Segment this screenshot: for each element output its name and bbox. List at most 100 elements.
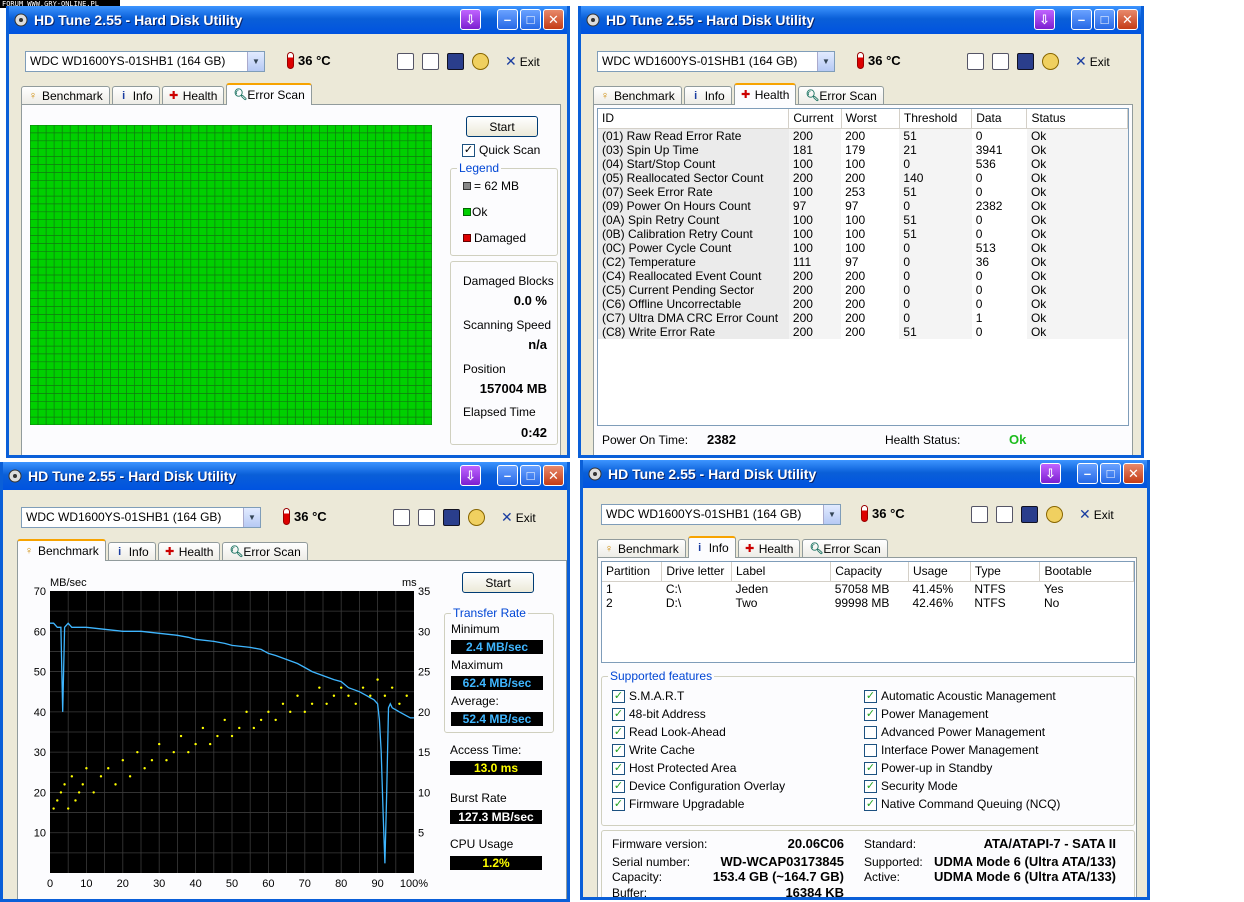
- download-icon[interactable]: ⇩: [1034, 9, 1055, 30]
- partition-row[interactable]: 1 C:\ Jeden 57058 MB 41.45% NTFS Yes: [602, 581, 1134, 596]
- screenshot-icon[interactable]: [468, 509, 485, 526]
- smart-row[interactable]: (05) Reallocated Sector Count 200 200 140 0 O…: [598, 170, 1128, 185]
- smart-row[interactable]: (C6) Offline Uncorrectable 200 200 0 0 Ok: [598, 296, 1128, 311]
- smart-row[interactable]: (C2) Temperature 111 97 0 36 Ok: [598, 254, 1128, 269]
- smart-row[interactable]: (0C) Power Cycle Count 100 100 0 513 Ok: [598, 240, 1128, 255]
- smart-row[interactable]: (07) Seek Error Rate 100 253 51 0 Ok: [598, 184, 1128, 199]
- close-button[interactable]: ✕: [543, 465, 564, 486]
- copy-all-icon[interactable]: [422, 53, 439, 70]
- tab-benchmark[interactable]: ♀ Benchmark: [17, 539, 106, 561]
- minimize-button[interactable]: –: [1077, 463, 1098, 484]
- tab-error-scan[interactable]: 🔍︎ Error Scan: [798, 86, 884, 105]
- maximize-button[interactable]: □: [1100, 463, 1121, 484]
- save-icon[interactable]: [1021, 506, 1038, 523]
- title-bar[interactable]: HD Tune 2.55 - Hard Disk Utility ⇩ – □ ✕: [9, 6, 567, 34]
- tab-info[interactable]: i Info: [107, 542, 156, 561]
- smart-row[interactable]: (C5) Current Pending Sector 200 200 0 0 Ok: [598, 282, 1128, 297]
- tab-benchmark[interactable]: ♀ Benchmark: [597, 539, 686, 558]
- tab-benchmark[interactable]: ♀ Benchmark: [21, 86, 110, 105]
- column-header[interactable]: ID: [598, 109, 790, 129]
- tab-benchmark[interactable]: ♀ Benchmark: [593, 86, 682, 105]
- tab-info-label: Info: [704, 89, 725, 103]
- smart-list[interactable]: ID Current Worst Threshold Data Status (01) Ra…: [597, 108, 1129, 426]
- tab-info[interactable]: i Info: [683, 86, 732, 105]
- tab-health[interactable]: ✚ Health: [161, 86, 225, 105]
- close-button[interactable]: ✕: [1123, 463, 1144, 484]
- column-header[interactable]: Usage: [908, 562, 971, 582]
- download-icon[interactable]: ⇩: [460, 9, 481, 30]
- copy-icon[interactable]: [967, 53, 984, 70]
- copy-all-icon[interactable]: [996, 506, 1013, 523]
- column-header[interactable]: Type: [970, 562, 1041, 582]
- partition-list[interactable]: Partition Drive letter Label Capacity Usage T…: [601, 561, 1135, 663]
- tab-health[interactable]: ✚ Health: [733, 83, 797, 105]
- tab-health[interactable]: ✚ Health: [737, 539, 801, 558]
- quick-scan-checkbox[interactable]: ✓ Quick Scan: [462, 143, 540, 157]
- partition-header-row: Partition Drive letter Label Capacity Usage T…: [602, 562, 1134, 582]
- column-header[interactable]: Worst: [841, 109, 900, 129]
- copy-all-icon[interactable]: [992, 53, 1009, 70]
- tab-error-scan[interactable]: 🔍︎ Error Scan: [226, 83, 312, 105]
- smart-row[interactable]: (04) Start/Stop Count 100 100 0 536 Ok: [598, 156, 1128, 171]
- column-header[interactable]: Data: [971, 109, 1028, 129]
- scan-block-grid: [30, 125, 432, 425]
- copy-icon[interactable]: [397, 53, 414, 70]
- column-header[interactable]: Bootable: [1039, 562, 1134, 582]
- title-bar[interactable]: HD Tune 2.55 - Hard Disk Utility ⇩ – □ ✕: [583, 460, 1147, 488]
- column-header[interactable]: Current: [788, 109, 842, 129]
- tab-info[interactable]: i Info: [111, 86, 160, 105]
- drive-select[interactable]: WDC WD1600YS-01SHB1 (164 GB) ▼: [21, 507, 261, 528]
- copy-icon[interactable]: [971, 506, 988, 523]
- smart-row[interactable]: (09) Power On Hours Count 97 97 0 2382 Ok: [598, 198, 1128, 213]
- save-icon[interactable]: [443, 509, 460, 526]
- drive-select[interactable]: WDC WD1600YS-01SHB1 (164 GB) ▼: [25, 51, 265, 72]
- minimize-button[interactable]: –: [497, 9, 518, 30]
- column-header[interactable]: Drive letter: [661, 562, 732, 582]
- save-icon[interactable]: [1017, 53, 1034, 70]
- minimize-button[interactable]: –: [497, 465, 518, 486]
- column-header[interactable]: Label: [731, 562, 832, 582]
- exit-button[interactable]: ✕ Exit: [501, 509, 536, 526]
- exit-button[interactable]: ✕ Exit: [505, 53, 540, 70]
- partition-row[interactable]: 2 D:\ Two 99998 MB 42.46% NTFS No: [602, 596, 1134, 610]
- download-icon[interactable]: ⇩: [460, 465, 481, 486]
- title-bar[interactable]: HD Tune 2.55 - Hard Disk Utility ⇩ – □ ✕: [3, 462, 567, 490]
- title-bar[interactable]: HD Tune 2.55 - Hard Disk Utility ⇩ – □ ✕: [581, 6, 1141, 34]
- screenshot-icon[interactable]: [1046, 506, 1063, 523]
- column-header[interactable]: Threshold: [899, 109, 973, 129]
- exit-button[interactable]: ✕ Exit: [1079, 506, 1114, 523]
- column-header[interactable]: Capacity: [830, 562, 909, 582]
- smart-row[interactable]: (C4) Reallocated Event Count 200 200 0 0 Ok: [598, 268, 1128, 283]
- maximize-button[interactable]: □: [520, 9, 541, 30]
- drive-select[interactable]: WDC WD1600YS-01SHB1 (164 GB) ▼: [597, 51, 835, 72]
- tab-info[interactable]: i Info: [687, 536, 736, 558]
- smart-row[interactable]: (C8) Write Error Rate 200 200 51 0 Ok: [598, 324, 1128, 339]
- smart-row[interactable]: (C7) Ultra DMA CRC Error Count 200 200 0 1 Ok: [598, 310, 1128, 325]
- copy-icon[interactable]: [393, 509, 410, 526]
- smart-row[interactable]: (03) Spin Up Time 181 179 21 3941 Ok: [598, 142, 1128, 157]
- tab-error-scan[interactable]: 🔍︎ Error Scan: [802, 539, 888, 558]
- transfer-rate-title: Transfer Rate: [451, 606, 528, 620]
- screenshot-icon[interactable]: [1042, 53, 1059, 70]
- column-header[interactable]: Status: [1026, 109, 1128, 129]
- column-header[interactable]: Partition: [602, 562, 663, 582]
- smart-row[interactable]: (0B) Calibration Retry Count 100 100 51 0 Ok: [598, 226, 1128, 241]
- close-button[interactable]: ✕: [543, 9, 564, 30]
- exit-button[interactable]: ✕ Exit: [1075, 53, 1110, 70]
- maximize-button[interactable]: □: [1094, 9, 1115, 30]
- close-button[interactable]: ✕: [1117, 9, 1138, 30]
- drive-select[interactable]: WDC WD1600YS-01SHB1 (164 GB) ▼: [601, 504, 841, 525]
- minimize-button[interactable]: –: [1071, 9, 1092, 30]
- download-icon[interactable]: ⇩: [1040, 463, 1061, 484]
- save-icon[interactable]: [447, 53, 464, 70]
- copy-all-icon[interactable]: [418, 509, 435, 526]
- tab-health[interactable]: ✚ Health: [157, 542, 221, 561]
- maximize-button[interactable]: □: [520, 465, 541, 486]
- start-button[interactable]: Start: [462, 572, 534, 593]
- tab-error-scan[interactable]: 🔍︎ Error Scan: [222, 542, 308, 561]
- start-button[interactable]: Start: [466, 116, 538, 137]
- smart-cell: 0: [971, 268, 1027, 283]
- smart-row[interactable]: (01) Raw Read Error Rate 200 200 51 0 Ok: [598, 128, 1128, 143]
- smart-row[interactable]: (0A) Spin Retry Count 100 100 51 0 Ok: [598, 212, 1128, 227]
- screenshot-icon[interactable]: [472, 53, 489, 70]
